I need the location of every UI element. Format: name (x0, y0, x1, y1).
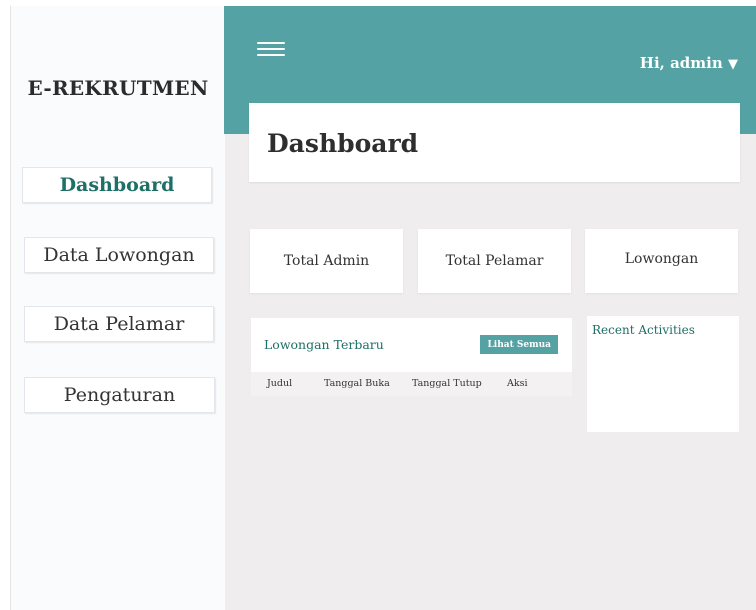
page-title: Dashboard (267, 129, 419, 158)
panel-title: Recent Activities (592, 323, 695, 337)
column-header-judul: Judul (267, 378, 293, 389)
stat-card-lowongan: Lowongan (585, 229, 738, 293)
hamburger-icon[interactable] (257, 42, 285, 56)
user-greeting: Hi, admin (639, 54, 723, 72)
brand-logo: E-REKRUTMEN (27, 76, 209, 100)
stat-card-total-pelamar: Total Pelamar (418, 229, 571, 293)
stat-label: Total Pelamar (445, 253, 544, 269)
recent-activities-panel: Recent Activities (587, 316, 739, 432)
panel-title: Lowongan Terbaru (264, 337, 384, 352)
sidebar-item-label: Pengaturan (63, 384, 176, 406)
sidebar: E-REKRUTMEN Dashboard Data Lowongan Data… (10, 6, 225, 610)
user-menu[interactable]: Hi, admin ▼ (640, 54, 738, 72)
table-header: Judul Tanggal Buka Tanggal Tutup Aksi (251, 372, 572, 396)
stat-label: Total Admin (283, 253, 370, 269)
column-header-tanggal-buka: Tanggal Buka (324, 378, 390, 389)
chevron-down-icon: ▼ (728, 57, 738, 72)
latest-jobs-panel: Lowongan Terbaru Lihat Semua Judul Tangg… (251, 318, 572, 396)
sidebar-item-label: Dashboard (59, 174, 175, 196)
sidebar-item-label: Data Lowongan (43, 244, 195, 266)
stat-label: Lowongan (624, 251, 699, 267)
sidebar-item-dashboard[interactable]: Dashboard (22, 167, 212, 203)
view-all-button[interactable]: Lihat Semua (480, 335, 558, 354)
column-header-aksi: Aksi (507, 378, 528, 389)
sidebar-item-label: Data Pelamar (53, 313, 185, 335)
sidebar-item-pengaturan[interactable]: Pengaturan (24, 377, 215, 413)
page-title-card: Dashboard (249, 103, 740, 182)
sidebar-item-data-lowongan[interactable]: Data Lowongan (24, 237, 214, 273)
sidebar-item-data-pelamar[interactable]: Data Pelamar (24, 306, 214, 342)
stat-card-total-admin: Total Admin (250, 229, 403, 293)
column-header-tanggal-tutup: Tanggal Tutup (412, 378, 482, 389)
